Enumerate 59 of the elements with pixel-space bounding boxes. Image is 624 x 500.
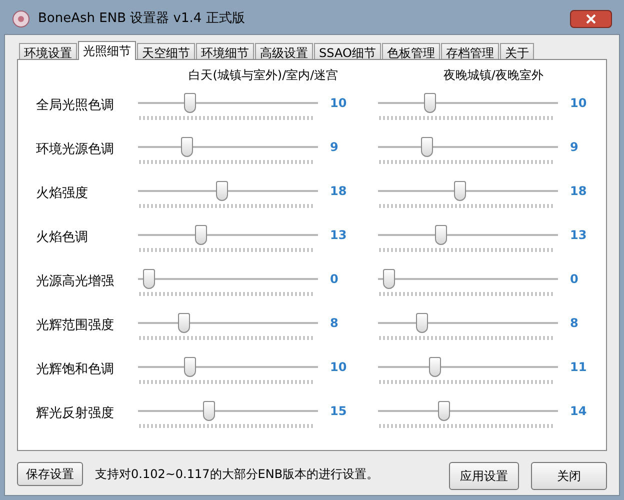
tab[interactable]: 关于 [500, 43, 534, 60]
slider-thumb[interactable] [435, 225, 448, 245]
slider-value: 18 [330, 183, 348, 200]
slider-thumb[interactable] [203, 401, 216, 421]
slider-value: 9 [570, 139, 580, 156]
slider-value: 9 [330, 139, 340, 156]
slider-thumb[interactable] [143, 269, 155, 289]
slider-value: 13 [330, 227, 348, 244]
slider-thumb[interactable] [184, 93, 196, 113]
slider-thumb[interactable] [424, 93, 436, 113]
app-icon [12, 10, 30, 28]
slider-value: 10 [570, 95, 588, 112]
slider-thumb[interactable] [184, 357, 196, 377]
slider-thumb[interactable] [416, 313, 428, 333]
slider-thumb[interactable] [195, 225, 208, 245]
column-header: 白天(城镇与室外)/室内/迷宫 [188, 67, 340, 84]
window-title: BoneAsh ENB 设置器 v1.4 正式版 [38, 10, 246, 28]
slider-value: 18 [570, 183, 588, 200]
tab[interactable]: SSAO细节 [314, 43, 381, 60]
slider-value: 8 [330, 315, 340, 332]
slider-thumb[interactable] [428, 357, 441, 377]
tab[interactable]: 色板管理 [382, 43, 440, 60]
setting-label: 光辉范围强度 [36, 317, 115, 335]
slider-thumb[interactable] [216, 181, 228, 201]
close-button[interactable] [570, 10, 612, 28]
slider-value: 11 [570, 359, 588, 376]
setting-label: 火焰强度 [36, 185, 89, 203]
tab[interactable]: 环境设置 [19, 43, 77, 60]
slider-value: 0 [570, 271, 580, 288]
setting-label: 辉光反射强度 [36, 405, 115, 423]
tab[interactable]: 光照细节 [78, 41, 136, 60]
slider-value: 10 [330, 95, 348, 112]
setting-label: 全局光照色调 [36, 97, 115, 115]
setting-label: 火焰色调 [36, 229, 89, 247]
slider-thumb[interactable] [454, 181, 466, 201]
tab[interactable]: 环境细节 [196, 43, 254, 60]
slider-thumb[interactable] [438, 401, 450, 421]
save-button[interactable]: 保存设置 [17, 462, 83, 486]
tab[interactable]: 天空细节 [137, 43, 195, 60]
slider-value: 14 [570, 403, 588, 420]
slider-thumb[interactable] [420, 137, 433, 157]
slider-value: 10 [330, 359, 348, 376]
column-header: 夜晚城镇/夜晚室外 [442, 67, 544, 84]
slider-value: 8 [570, 315, 580, 332]
apply-button[interactable]: 应用设置 [449, 462, 519, 490]
slider-value: 15 [330, 403, 348, 420]
setting-label: 环境光源色调 [36, 141, 115, 159]
slider-thumb[interactable] [180, 137, 193, 157]
setting-label: 光源高光增强 [36, 273, 115, 291]
setting-label: 光辉饱和色调 [36, 361, 115, 379]
tab[interactable]: 存档管理 [440, 43, 499, 60]
slider-value: 0 [330, 271, 340, 288]
support-note: 支持对0.102~0.117的大部分ENB版本的进行设置。 [95, 466, 380, 483]
close-icon [586, 14, 596, 24]
tab[interactable]: 高级设置 [255, 43, 313, 60]
close-dialog-button[interactable]: 关闭 [531, 462, 607, 490]
slider-thumb[interactable] [383, 269, 395, 289]
slider-value: 13 [570, 227, 588, 244]
slider-thumb[interactable] [178, 313, 190, 333]
